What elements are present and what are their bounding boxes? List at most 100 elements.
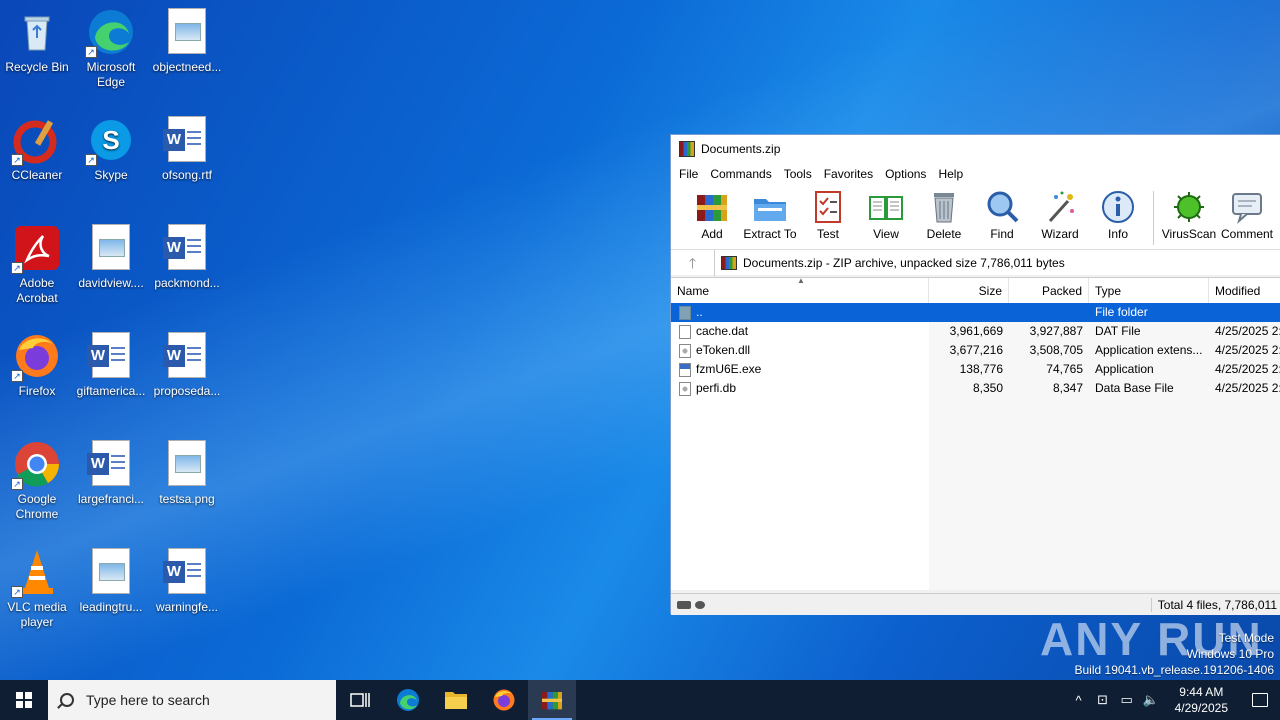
table-row[interactable]: .. File folder [671,303,1280,322]
folder-icon [445,692,467,709]
column-size[interactable]: Size [929,278,1009,304]
desktop-icon-edge[interactable]: ↗ Microsoft Edge [74,8,148,90]
add-button[interactable]: Add [683,189,741,241]
desktop-icon-label: ofsong.rtf [161,168,213,182]
desktop-icon-leadingtru[interactable]: leadingtru... [74,548,148,615]
column-packed[interactable]: Packed [1009,278,1089,304]
file-rows: .. File folder cache.dat 3,961,669 3,927… [671,303,1280,398]
info-button-label: Info [1107,227,1128,241]
menu-tools[interactable]: Tools [778,167,818,181]
build-line: Build 19041.vb_release.191206-1406 [1074,663,1275,677]
desktop-icon-label: Google Chrome [15,492,59,521]
task-view-button[interactable] [336,680,384,720]
desktop-icon-skype[interactable]: S ↗ Skype [74,116,148,183]
toolbar-separator [1153,191,1154,245]
start-button[interactable] [0,680,48,720]
edge-icon [397,689,419,711]
add-archive-icon [694,189,730,225]
desktop-icon-packmond[interactable]: W packmond... [150,224,224,291]
desktop-icon-ofsong[interactable]: W ofsong.rtf [150,116,224,183]
desktop-icon-objectneed[interactable]: objectneed... [150,8,224,75]
file-type: Application [1095,362,1154,376]
word-document-icon: W [87,440,135,488]
menu-help[interactable]: Help [932,167,969,181]
word-document-icon: W [163,116,211,164]
notification-center-button[interactable] [1240,693,1280,707]
status-total: Total 4 files, 7,786,011 [1150,597,1277,612]
menu-commands[interactable]: Commands [704,167,777,181]
desktop-icon-giftamerica[interactable]: W giftamerica... [74,332,148,399]
clock[interactable]: 9:44 AM 4/29/2025 [1163,684,1240,716]
file-packed: 74,765 [1046,362,1083,376]
device-icon[interactable]: ⊡ [1091,692,1115,708]
comment-button[interactable]: Comment [1218,189,1276,241]
magic-wand-icon [1042,189,1078,225]
network-icon[interactable]: ▭ [1115,692,1139,708]
window-titlebar[interactable]: Documents.zip [671,135,1280,163]
virusscan-button[interactable]: VirusScan [1160,189,1218,241]
delete-button[interactable]: Delete [915,189,973,241]
taskbar-edge[interactable] [384,680,432,720]
clock-time: 9:44 AM [1179,685,1224,699]
taskbar-file-explorer[interactable] [432,680,480,720]
archive-path[interactable]: Documents.zip - ZIP archive, unpacked si… [715,255,1065,270]
taskbar-winrar[interactable] [528,680,576,720]
test-checklist-icon [810,189,846,225]
file-type: Data Base File [1095,381,1174,395]
test-button-label: Test [816,227,839,241]
desktop-icon-recycle-bin[interactable]: Recycle Bin [0,8,74,75]
view-button[interactable]: View [857,189,915,241]
desktop-icon-label: CCleaner [11,168,63,182]
file-size: 3,677,216 [949,343,1003,357]
firefox-icon: ↗ [11,332,61,382]
desktop-icon-adobe-acrobat[interactable]: ↗ Adobe Acrobat [0,224,74,306]
desktop-icon-firefox[interactable]: ↗ Firefox [0,332,74,399]
wizard-button[interactable]: Wizard [1031,189,1089,241]
desktop-icon-proposeda[interactable]: W proposeda... [150,332,224,399]
menu-favorites[interactable]: Favorites [818,167,879,181]
column-type[interactable]: Type [1089,278,1209,304]
table-row[interactable]: eToken.dll 3,677,216 3,508,705 Applicati… [671,341,1280,360]
virus-icon [1171,189,1207,225]
up-arrow-icon[interactable]: 🡑 [671,249,715,276]
menu-file[interactable]: File [673,167,704,181]
virusscan-button-label: VirusScan [1161,227,1217,241]
shortcut-arrow-icon: ↗ [85,46,97,58]
file-packed: 3,508,705 [1029,343,1083,357]
taskbar-firefox[interactable] [480,680,528,720]
info-button[interactable]: Info [1089,189,1147,241]
chevron-up-icon[interactable]: ^ [1067,693,1091,708]
column-modified[interactable]: Modified [1209,278,1280,304]
shortcut-arrow-icon: ↗ [11,478,23,490]
desktop-icon-largefranci[interactable]: W largefranci... [74,440,148,507]
file-name: eToken.dll [696,343,751,357]
desktop-icon-vlc[interactable]: ↗ VLC media player [0,548,74,630]
desktop-icon-testsa[interactable]: testsa.png [150,440,224,507]
table-row[interactable]: cache.dat 3,961,669 3,927,887 DAT File 4… [671,322,1280,341]
find-button[interactable]: Find [973,189,1031,241]
volume-icon[interactable]: 🔈 [1139,692,1163,708]
comment-button-label: Comment [1220,227,1273,241]
sort-ascending-icon: ▲ [797,276,805,285]
desktop-icon-google-chrome[interactable]: ↗ Google Chrome [0,440,74,522]
desktop-icon-warningfe[interactable]: W warningfe... [150,548,224,615]
db-file-icon [679,381,691,396]
table-row[interactable]: perfi.db 8,350 8,347 Data Base File 4/25… [671,379,1280,398]
test-button[interactable]: Test [799,189,857,241]
file-modified: 4/25/2025 2: [1215,381,1280,395]
desktop-icon-ccleaner[interactable]: ↗ CCleaner [0,116,74,183]
extract-to-button[interactable]: Extract To [741,189,799,241]
test-mode-text: Test Mode Windows 10 Pro Build 19041.vb_… [1075,630,1275,678]
taskbar-search-box[interactable]: Type here to search [48,680,336,720]
file-name: .. [696,305,703,319]
firefox-icon [493,689,515,711]
edge-icon: ↗ [85,8,135,58]
desktop-icon-davidview[interactable]: davidview.... [74,224,148,291]
desktop-icon-label: packmond... [154,276,220,290]
windows-edition-line: Windows 10 Pro [1186,647,1274,661]
task-view-icon [350,693,370,707]
desktop-icon-label: objectneed... [152,60,222,74]
image-file-icon [87,224,135,272]
table-row[interactable]: fzmU6E.exe 138,776 74,765 Application 4/… [671,360,1280,379]
menu-options[interactable]: Options [879,167,932,181]
